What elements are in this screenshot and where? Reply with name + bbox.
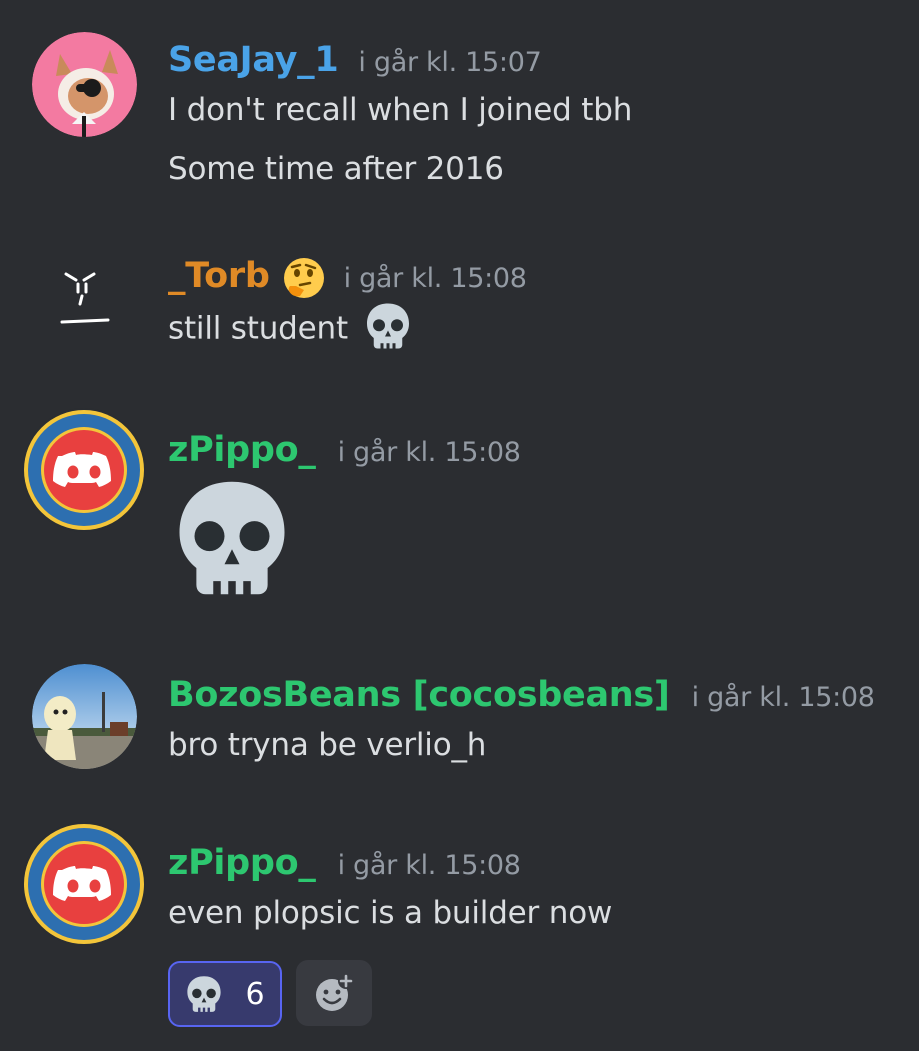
reaction-skull-button[interactable]: 6	[168, 961, 282, 1027]
message-header: _Torb i går kl. 15:08	[168, 256, 527, 300]
timestamp: i går kl. 15:07	[358, 47, 542, 78]
message-header: SeaJay_1 i går kl. 15:07	[168, 40, 542, 80]
timestamp: i går kl. 15:08	[337, 850, 521, 881]
timestamp: i går kl. 15:08	[337, 437, 521, 468]
avatar-torb[interactable]	[50, 250, 120, 340]
username[interactable]: SeaJay_1	[168, 40, 339, 80]
message-text-row: still student	[168, 310, 412, 350]
add-reaction-button[interactable]	[296, 960, 372, 1026]
avatar-bozosbeans-image	[32, 664, 137, 769]
avatar-seajay-image	[32, 32, 137, 137]
username[interactable]: _Torb	[168, 256, 270, 296]
avatar-zpippo[interactable]	[22, 822, 146, 946]
message-text: still student	[168, 310, 348, 347]
message-header: zPippo_ i går kl. 15:08	[168, 843, 521, 883]
avatar-seajay[interactable]	[32, 32, 137, 137]
avatar-zpippo-image	[22, 822, 146, 946]
message-text: Some time after 2016	[168, 151, 504, 187]
timestamp: i går kl. 15:08	[343, 263, 527, 294]
skull-icon	[185, 975, 223, 1013]
avatar-zpippo[interactable]	[22, 408, 146, 532]
message-text: even plopsic is a builder now	[168, 895, 613, 931]
avatar-bozosbeans[interactable]	[32, 664, 137, 769]
message-text: I don't recall when I joined tbh	[168, 92, 633, 128]
username[interactable]: BozosBeans [cocosbeans]	[168, 675, 670, 715]
avatar-torb-image	[60, 272, 110, 324]
skull-icon	[172, 474, 292, 602]
message-header: BozosBeans [cocosbeans] i går kl. 15:08	[168, 675, 875, 715]
message-text: bro tryna be verlio_h	[168, 727, 487, 763]
avatar-zpippo-image	[22, 408, 146, 532]
message-header: zPippo_ i går kl. 15:08	[168, 430, 521, 470]
username[interactable]: zPippo_	[168, 430, 316, 470]
add-reaction-icon	[316, 973, 354, 1011]
reactions-bar: 6	[168, 960, 372, 1027]
thinking-face-icon	[282, 256, 326, 300]
skull-icon	[364, 302, 412, 350]
username[interactable]: zPippo_	[168, 843, 316, 883]
reaction-count: 6	[245, 976, 265, 1012]
timestamp: i går kl. 15:08	[691, 682, 875, 713]
